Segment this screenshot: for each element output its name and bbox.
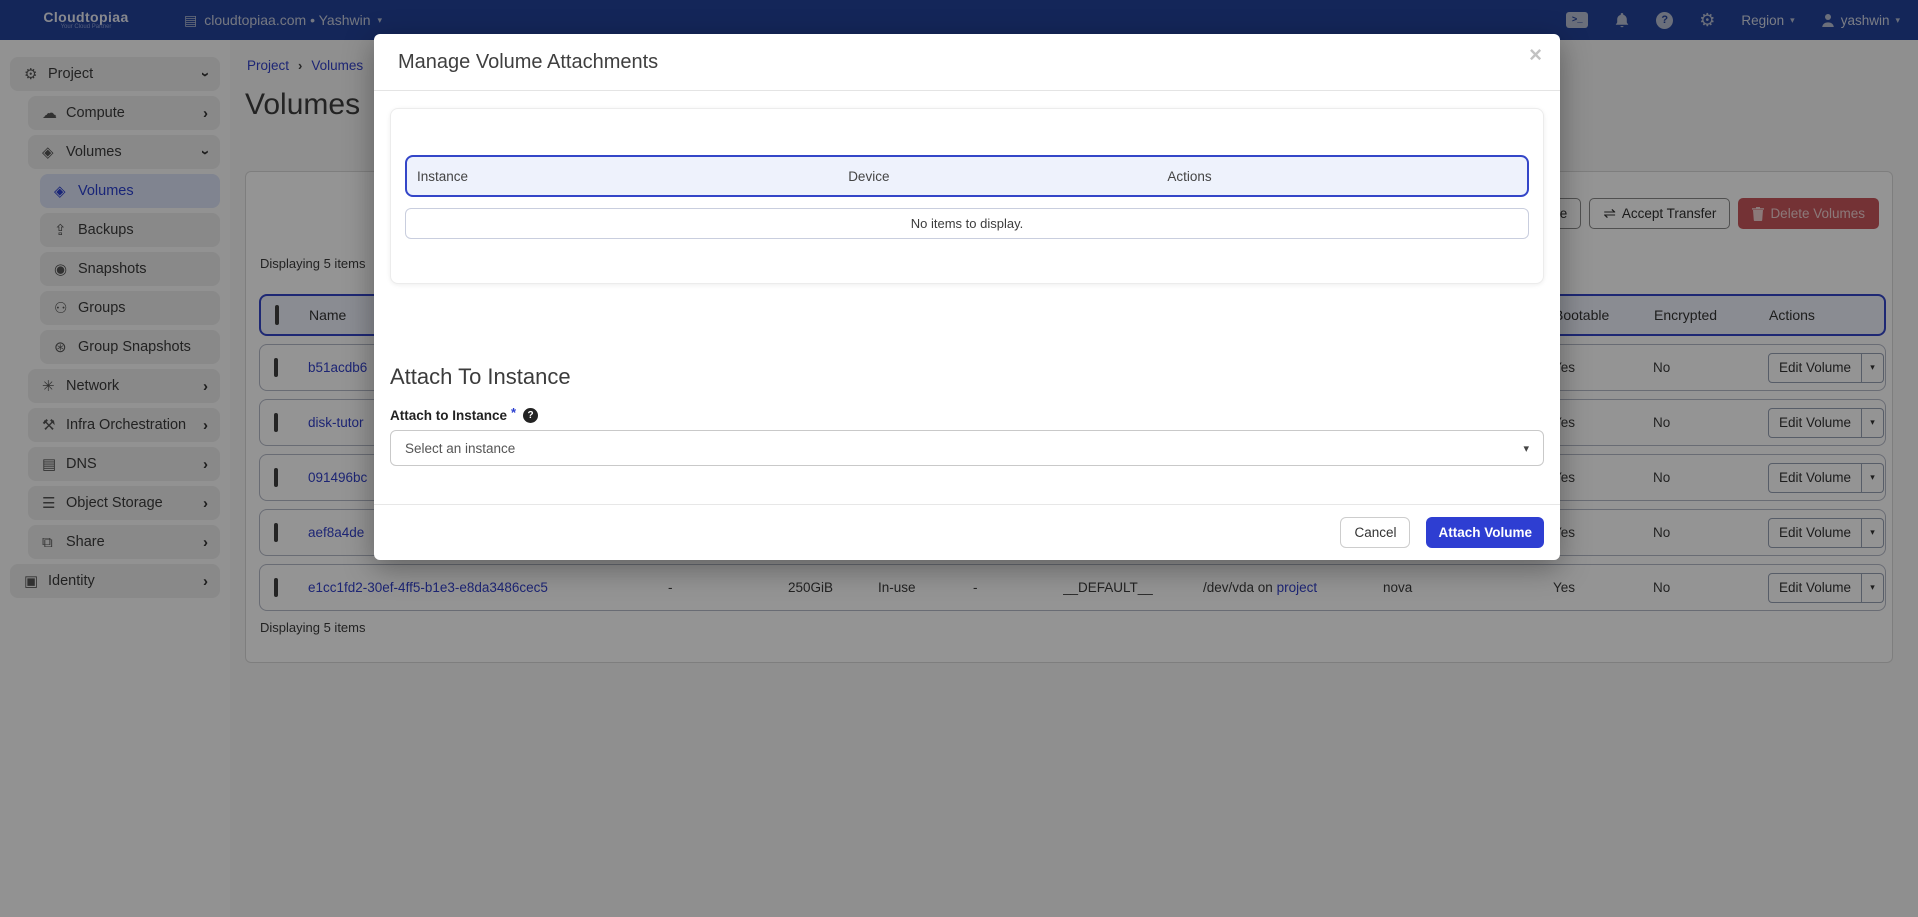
instance-select[interactable]: Select an instance ▾ [390, 430, 1544, 466]
column-header-instance: Instance [407, 169, 838, 184]
modal-footer: Cancel Attach Volume [1340, 517, 1544, 548]
manage-volume-attachments-modal: Manage Volume Attachments × Instance Dev… [374, 34, 1560, 560]
field-label-text: Attach to Instance [390, 408, 507, 423]
attachments-empty-row: No items to display. [405, 208, 1529, 239]
attach-to-instance-heading: Attach To Instance [390, 364, 571, 390]
column-header-actions: Actions [1157, 169, 1527, 184]
attachments-card: Instance Device Actions No items to disp… [390, 108, 1544, 284]
column-header-device: Device [838, 169, 1157, 184]
required-asterisk: * [511, 405, 516, 420]
close-icon[interactable]: × [1529, 44, 1542, 66]
modal-header: Manage Volume Attachments × [374, 34, 1560, 91]
attach-to-instance-label: Attach to Instance * ? [390, 408, 538, 423]
field-help-icon[interactable]: ? [523, 408, 538, 423]
attachments-table-header: Instance Device Actions [405, 155, 1529, 197]
cancel-button[interactable]: Cancel [1340, 517, 1410, 548]
chevron-down-icon: ▾ [1523, 442, 1529, 455]
modal-footer-divider [374, 504, 1560, 505]
instance-select-value: Select an instance [405, 441, 515, 456]
modal-title: Manage Volume Attachments [398, 51, 658, 74]
attach-volume-button[interactable]: Attach Volume [1426, 517, 1544, 548]
app-root: Cloudtopiaa Your Cloud Partner ▤ cloudto… [0, 0, 1918, 917]
